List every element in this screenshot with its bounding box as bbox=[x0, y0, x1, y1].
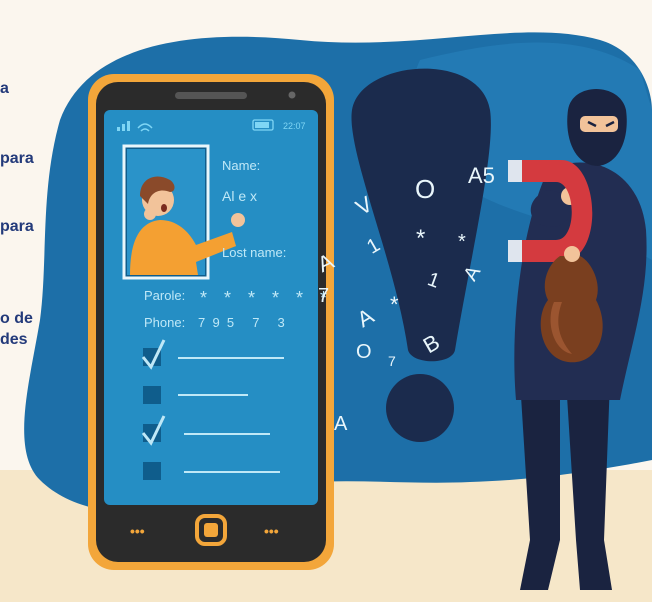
lost-name-label: Lost name: bbox=[222, 245, 286, 260]
home-button-inner bbox=[204, 523, 218, 537]
checkbox-4 bbox=[143, 462, 161, 480]
parole-value: * * * * * * bbox=[200, 288, 333, 308]
signal-icon-bar2 bbox=[122, 124, 125, 131]
checklist-line-2 bbox=[178, 394, 248, 396]
nav-dots-left: ••• bbox=[130, 523, 145, 539]
signal-icon-bar3 bbox=[127, 121, 130, 131]
battery-level bbox=[255, 122, 269, 128]
flying-char: O bbox=[356, 341, 372, 363]
flying-char: * bbox=[458, 231, 466, 253]
smartphone: 22:07 Name: Al e x Lost name: Parole: * … bbox=[88, 74, 334, 570]
flying-char: A bbox=[334, 413, 348, 435]
flying-char: 7 bbox=[388, 353, 396, 369]
checklist-line-4 bbox=[184, 471, 280, 473]
nav-dots-right: ••• bbox=[264, 523, 279, 539]
status-time: 22:07 bbox=[283, 121, 306, 131]
magnet-tip-bottom bbox=[508, 240, 522, 262]
illustration: 22:07 Name: Al e x Lost name: Parole: * … bbox=[0, 32, 652, 602]
checklist-line-1 bbox=[178, 357, 284, 359]
camera-dot bbox=[288, 91, 296, 99]
person-mouth bbox=[161, 204, 167, 212]
phone-value: 7 9 5 7 3 bbox=[198, 315, 285, 330]
flying-char: A5 bbox=[468, 163, 495, 188]
phone-label: Phone: bbox=[144, 315, 185, 330]
checkbox-2 bbox=[143, 386, 161, 404]
money-bag-icon bbox=[540, 256, 603, 363]
person-hand-face bbox=[144, 208, 156, 220]
flying-char: 7 bbox=[318, 285, 329, 307]
flying-char: * bbox=[390, 292, 399, 317]
exclamation-dot bbox=[386, 374, 454, 442]
thief-hand-bag bbox=[564, 246, 580, 262]
flying-char: * bbox=[416, 225, 425, 252]
checklist-line-3 bbox=[184, 433, 270, 435]
speaker-slot bbox=[175, 92, 247, 99]
name-value: Al e x bbox=[222, 188, 257, 204]
person-hand bbox=[231, 213, 245, 227]
signal-icon bbox=[117, 127, 120, 131]
flying-char: O bbox=[415, 174, 435, 204]
magnet-tip-top bbox=[508, 160, 522, 182]
parole-label: Parole: bbox=[144, 288, 185, 303]
name-label: Name: bbox=[222, 158, 260, 173]
